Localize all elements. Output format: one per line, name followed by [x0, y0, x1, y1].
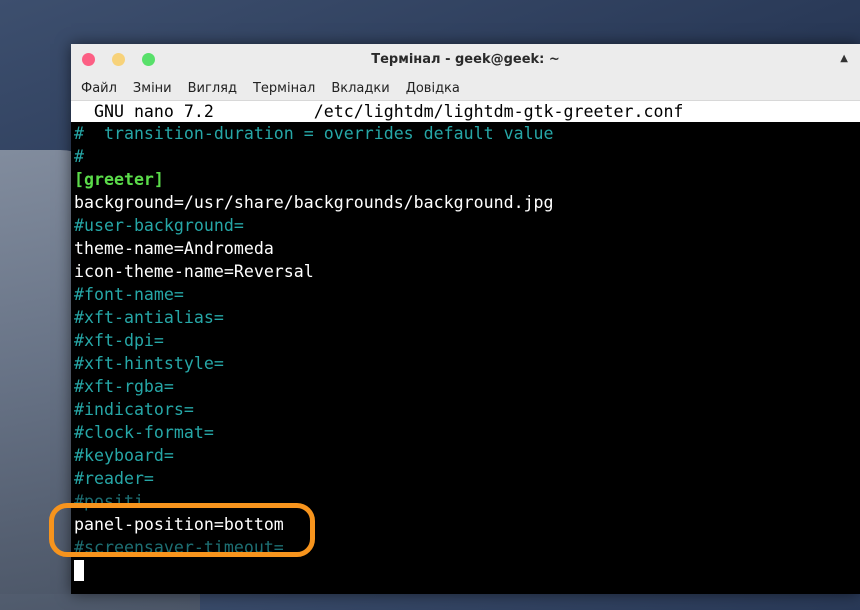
- text-cursor: [74, 560, 84, 581]
- editor-line: background=/usr/share/backgrounds/backgr…: [74, 193, 554, 212]
- editor-line: #xft-antialias=: [74, 308, 224, 327]
- menu-view[interactable]: Вигляд: [188, 81, 237, 96]
- editor-line: #xft-dpi=: [74, 331, 164, 350]
- editor-line: #indicators=: [74, 400, 194, 419]
- editor-line: #user-background=: [74, 216, 244, 235]
- editor-line: #reader=: [74, 469, 154, 488]
- editor-line: icon-theme-name=Reversal: [74, 262, 314, 281]
- editor-line: #font-name=: [74, 285, 184, 304]
- maximize-icon[interactable]: ▲: [840, 53, 848, 64]
- title-bar[interactable]: Термінал - geek@geek: ~ ▲: [71, 44, 860, 76]
- menu-edit[interactable]: Зміни: [133, 81, 172, 96]
- nano-version: GNU nano 7.2: [93, 102, 214, 121]
- highlight-annotation: [49, 503, 315, 557]
- menu-file[interactable]: Файл: [81, 81, 117, 96]
- editor-line: #: [74, 147, 84, 166]
- editor-line: # transition-duration = overrides defaul…: [74, 124, 554, 143]
- editor-line: theme-name=Andromeda: [74, 239, 274, 258]
- editor-line: [greeter]: [74, 170, 164, 189]
- nano-filename: /etc/lightdm/lightdm-gtk-greeter.conf: [313, 102, 684, 121]
- menu-tabs[interactable]: Вкладки: [331, 81, 389, 96]
- editor-line: #keyboard=: [74, 446, 174, 465]
- menu-terminal[interactable]: Термінал: [253, 81, 315, 96]
- window-title: Термінал - geek@geek: ~: [371, 52, 560, 67]
- menu-bar: Файл Зміни Вигляд Термінал Вкладки Довід…: [71, 76, 860, 101]
- nano-header: GNU nano 7.2 /etc/lightdm/lightdm-gtk-gr…: [71, 101, 860, 122]
- menu-help[interactable]: Довідка: [406, 81, 460, 96]
- editor-line: #xft-hintstyle=: [74, 354, 224, 373]
- editor-lines[interactable]: # transition-duration = overrides defaul…: [71, 122, 860, 559]
- editor-line: #clock-format=: [74, 423, 214, 442]
- editor-line: #xft-rgba=: [74, 377, 174, 396]
